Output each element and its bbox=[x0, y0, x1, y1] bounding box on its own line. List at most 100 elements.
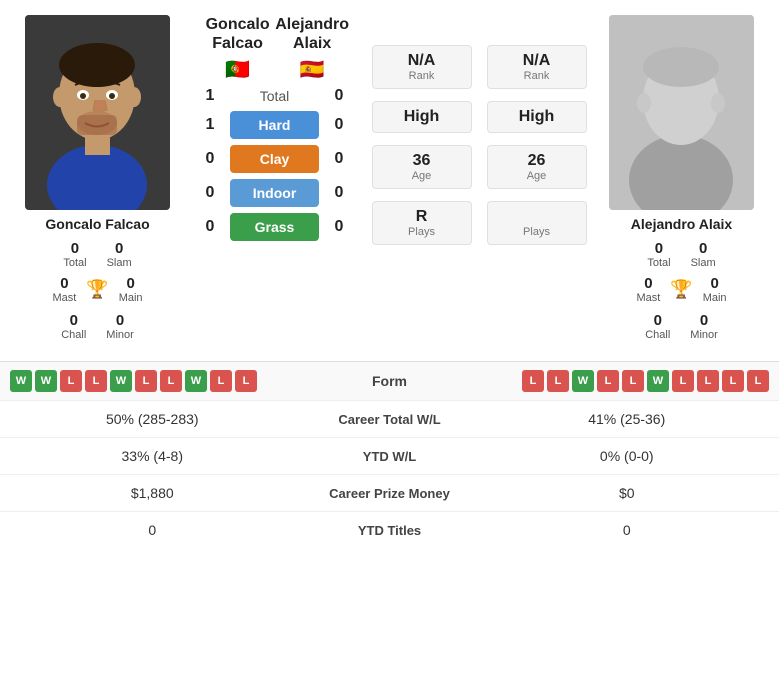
bottom-section: WWLLWLLWLL Form LLWLLWLLLL 50% (285-283)… bbox=[0, 361, 779, 548]
player-left-photo-svg bbox=[25, 15, 170, 210]
player-right-stats-row3: 0 Chall 0 Minor bbox=[645, 312, 718, 341]
clay-score-row: 0 Clay 0 bbox=[190, 145, 359, 173]
stats-left-value: $1,880 bbox=[15, 485, 290, 501]
stats-right-value: 41% (25-36) bbox=[490, 411, 765, 427]
player-left-mast: 0 Mast bbox=[52, 275, 76, 304]
total-right-score: 0 bbox=[324, 87, 354, 105]
form-badge-right: L bbox=[697, 370, 719, 392]
player-right-name: Alejandro Alaix bbox=[631, 216, 732, 232]
right-info-boxes: N/A Rank High 26 Age Plays bbox=[484, 45, 589, 253]
indoor-button: Indoor bbox=[230, 179, 319, 207]
player-right-chall: 0 Chall bbox=[645, 312, 670, 341]
form-badge-right: W bbox=[572, 370, 594, 392]
player-right-minor: 0 Minor bbox=[690, 312, 718, 341]
form-badges-right: LLWLLWLLLL bbox=[465, 370, 770, 392]
total-left-score: 1 bbox=[195, 87, 225, 105]
player-left-chall: 0 Chall bbox=[61, 312, 86, 341]
indoor-left-score: 0 bbox=[195, 184, 225, 202]
left-info-boxes: N/A Rank High 36 Age R Plays bbox=[369, 45, 474, 253]
form-badge-left: L bbox=[210, 370, 232, 392]
form-label: Form bbox=[315, 373, 465, 389]
form-badge-right: L bbox=[672, 370, 694, 392]
left-age-box: 36 Age bbox=[372, 145, 472, 189]
stats-table-row: 33% (4-8)YTD W/L0% (0-0) bbox=[0, 438, 779, 475]
left-player-center-name: Goncalo Falcao 🇵🇹 bbox=[200, 15, 275, 82]
player-right-main: 0 Main bbox=[703, 275, 727, 304]
player-left-photo bbox=[25, 15, 170, 210]
player-left-stats-row3: 0 Chall 0 Minor bbox=[61, 312, 134, 341]
stats-left-value: 50% (285-283) bbox=[15, 411, 290, 427]
stats-right-value: 0% (0-0) bbox=[490, 448, 765, 464]
indoor-score-row: 0 Indoor 0 bbox=[190, 179, 359, 207]
left-high-box: High bbox=[372, 101, 472, 133]
form-badge-left: L bbox=[160, 370, 182, 392]
form-badge-right: L bbox=[622, 370, 644, 392]
grass-button: Grass bbox=[230, 213, 319, 241]
form-badge-left: L bbox=[135, 370, 157, 392]
stats-center-label: Career Total W/L bbox=[290, 412, 490, 427]
form-badge-right: W bbox=[647, 370, 669, 392]
stats-right-value: $0 bbox=[490, 485, 765, 501]
form-badge-right: L bbox=[747, 370, 769, 392]
clay-right-score: 0 bbox=[324, 150, 354, 168]
clay-left-score: 0 bbox=[195, 150, 225, 168]
stats-left-value: 33% (4-8) bbox=[15, 448, 290, 464]
stats-table-row: 0YTD Titles0 bbox=[0, 512, 779, 548]
player-right-stats-row1: 0 Total 0 Slam bbox=[647, 240, 715, 269]
top-section: Goncalo Falcao 0 Total 0 Slam 0 Mast 🏆 bbox=[0, 0, 779, 351]
grass-left-score: 0 bbox=[195, 218, 225, 236]
stats-table: 50% (285-283)Career Total W/L41% (25-36)… bbox=[0, 401, 779, 548]
player-left-main: 0 Main bbox=[119, 275, 143, 304]
hard-left-score: 1 bbox=[195, 116, 225, 134]
player-right: Alejandro Alaix 0 Total 0 Slam 0 Mast 🏆 bbox=[594, 15, 769, 341]
right-flag-container: 🇪🇸 bbox=[275, 57, 349, 82]
trophy-icon-right: 🏆 bbox=[670, 279, 692, 300]
total-score-row: 1 Total 0 bbox=[190, 87, 359, 105]
form-badge-right: L bbox=[522, 370, 544, 392]
form-badge-right: L bbox=[597, 370, 619, 392]
right-plays-box: Plays bbox=[487, 201, 587, 245]
trophy-icon-left: 🏆 bbox=[86, 279, 108, 300]
right-high-box: High bbox=[487, 101, 587, 133]
stats-table-row: $1,880Career Prize Money$0 bbox=[0, 475, 779, 512]
grass-score-row: 0 Grass 0 bbox=[190, 213, 359, 241]
indoor-right-score: 0 bbox=[324, 184, 354, 202]
grass-right-score: 0 bbox=[324, 218, 354, 236]
stats-right-value: 0 bbox=[490, 522, 765, 538]
stats-center-label: YTD W/L bbox=[290, 449, 490, 464]
hard-right-score: 0 bbox=[324, 116, 354, 134]
hard-button: Hard bbox=[230, 111, 319, 139]
player-left-trophy-row: 0 Mast 🏆 0 Main bbox=[52, 275, 142, 304]
right-age-box: 26 Age bbox=[487, 145, 587, 189]
form-row: WWLLWLLWLL Form LLWLLWLLLL bbox=[0, 362, 779, 401]
app-container: Goncalo Falcao 0 Total 0 Slam 0 Mast 🏆 bbox=[0, 0, 779, 548]
stats-table-row: 50% (285-283)Career Total W/L41% (25-36) bbox=[0, 401, 779, 438]
player-right-mast: 0 Mast bbox=[636, 275, 660, 304]
player-left-stats-row1: 0 Total 0 Slam bbox=[63, 240, 131, 269]
player-right-slam: 0 Slam bbox=[691, 240, 716, 269]
right-flag: 🇪🇸 bbox=[300, 57, 325, 82]
form-badge-left: W bbox=[35, 370, 57, 392]
left-flag: 🇵🇹 bbox=[225, 57, 250, 82]
stats-center-label: Career Prize Money bbox=[290, 486, 490, 501]
center-top-names: Goncalo Falcao 🇵🇹 Alejandro Alaix 🇪🇸 bbox=[190, 15, 359, 82]
form-badge-left: W bbox=[185, 370, 207, 392]
player-left-slam: 0 Slam bbox=[107, 240, 132, 269]
player-left-minor: 0 Minor bbox=[106, 312, 134, 341]
stats-center-label: YTD Titles bbox=[290, 523, 490, 538]
form-badge-left: L bbox=[60, 370, 82, 392]
left-plays-box: R Plays bbox=[372, 201, 472, 245]
right-rank-box: N/A Rank bbox=[487, 45, 587, 89]
stats-left-value: 0 bbox=[15, 522, 290, 538]
form-badge-left: L bbox=[85, 370, 107, 392]
left-rank-box: N/A Rank bbox=[372, 45, 472, 89]
right-player-center-name: Alejandro Alaix 🇪🇸 bbox=[275, 15, 349, 82]
form-badge-left: L bbox=[235, 370, 257, 392]
center-stats: Goncalo Falcao 🇵🇹 Alejandro Alaix 🇪🇸 1 T… bbox=[185, 15, 364, 247]
player-left-total: 0 Total bbox=[63, 240, 86, 269]
player-left: Goncalo Falcao 0 Total 0 Slam 0 Mast 🏆 bbox=[10, 15, 185, 341]
player-right-photo-svg bbox=[609, 15, 754, 210]
player-right-trophy-row: 0 Mast 🏆 0 Main bbox=[636, 275, 726, 304]
form-badge-left: W bbox=[110, 370, 132, 392]
hard-score-row: 1 Hard 0 bbox=[190, 111, 359, 139]
